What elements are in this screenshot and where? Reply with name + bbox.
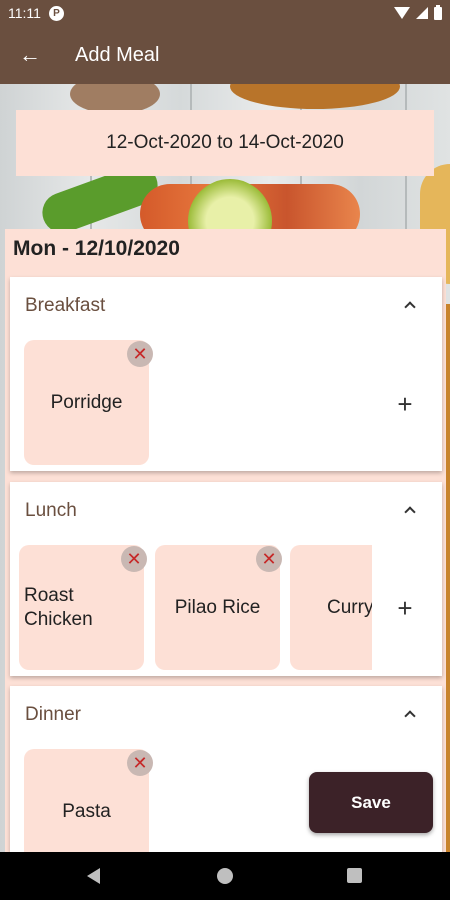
dinner-title: Dinner bbox=[25, 704, 81, 725]
app-bar: ← Add Meal bbox=[0, 26, 450, 84]
save-button[interactable]: Save bbox=[309, 772, 433, 833]
system-nav-bar bbox=[0, 852, 450, 900]
meal-item[interactable]: Curry bbox=[290, 545, 372, 670]
chevron-up-icon[interactable] bbox=[400, 704, 420, 724]
remove-item-icon[interactable]: ✕ bbox=[127, 750, 153, 776]
meal-item-label: Roast Chicken bbox=[24, 584, 93, 630]
status-time: 11:11 bbox=[8, 5, 41, 21]
back-arrow-icon[interactable]: ← bbox=[0, 26, 60, 84]
meal-item-label: Pasta bbox=[62, 800, 111, 822]
add-lunch-icon[interactable]: + bbox=[393, 593, 417, 623]
chevron-up-icon[interactable] bbox=[400, 500, 420, 520]
signal-icon bbox=[416, 7, 428, 19]
remove-item-icon[interactable]: ✕ bbox=[121, 546, 147, 572]
status-bar: 11:11 P bbox=[0, 0, 450, 26]
chevron-up-icon[interactable] bbox=[400, 295, 420, 315]
breakfast-items: Porridge bbox=[10, 340, 442, 466]
lunch-items: Roast Chicken Pilao Rice Curry bbox=[10, 545, 372, 671]
day-header: Mon - 12/10/2020 bbox=[13, 237, 180, 260]
wifi-icon bbox=[394, 7, 410, 19]
breakfast-card: Breakfast Porridge ✕ + bbox=[10, 277, 442, 471]
meal-item-label: Curry bbox=[327, 596, 372, 618]
lunch-title: Lunch bbox=[25, 500, 77, 521]
meal-item-label: Pilao Rice bbox=[174, 596, 261, 618]
battery-icon bbox=[434, 4, 442, 20]
dinner-items: Pasta bbox=[10, 749, 310, 852]
remove-item-icon[interactable]: ✕ bbox=[256, 546, 282, 572]
notification-icon: P bbox=[48, 5, 64, 21]
page-title: Add Meal bbox=[75, 43, 160, 66]
date-range-box[interactable]: 12-Oct-2020 to 14-Oct-2020 bbox=[16, 110, 434, 176]
meal-item-label: Porridge bbox=[50, 391, 123, 413]
nav-home-icon[interactable] bbox=[217, 868, 233, 884]
status-icons bbox=[394, 4, 442, 20]
breakfast-title: Breakfast bbox=[25, 295, 106, 316]
nav-recents-icon[interactable] bbox=[347, 868, 362, 883]
date-range-text: 12-Oct-2020 to 14-Oct-2020 bbox=[106, 132, 344, 153]
remove-item-icon[interactable]: ✕ bbox=[127, 341, 153, 367]
add-breakfast-icon[interactable]: + bbox=[393, 389, 417, 419]
lunch-card: Lunch Roast Chicken Pilao Rice Curry ✕ ✕… bbox=[10, 482, 442, 676]
nav-back-icon[interactable] bbox=[87, 868, 100, 884]
